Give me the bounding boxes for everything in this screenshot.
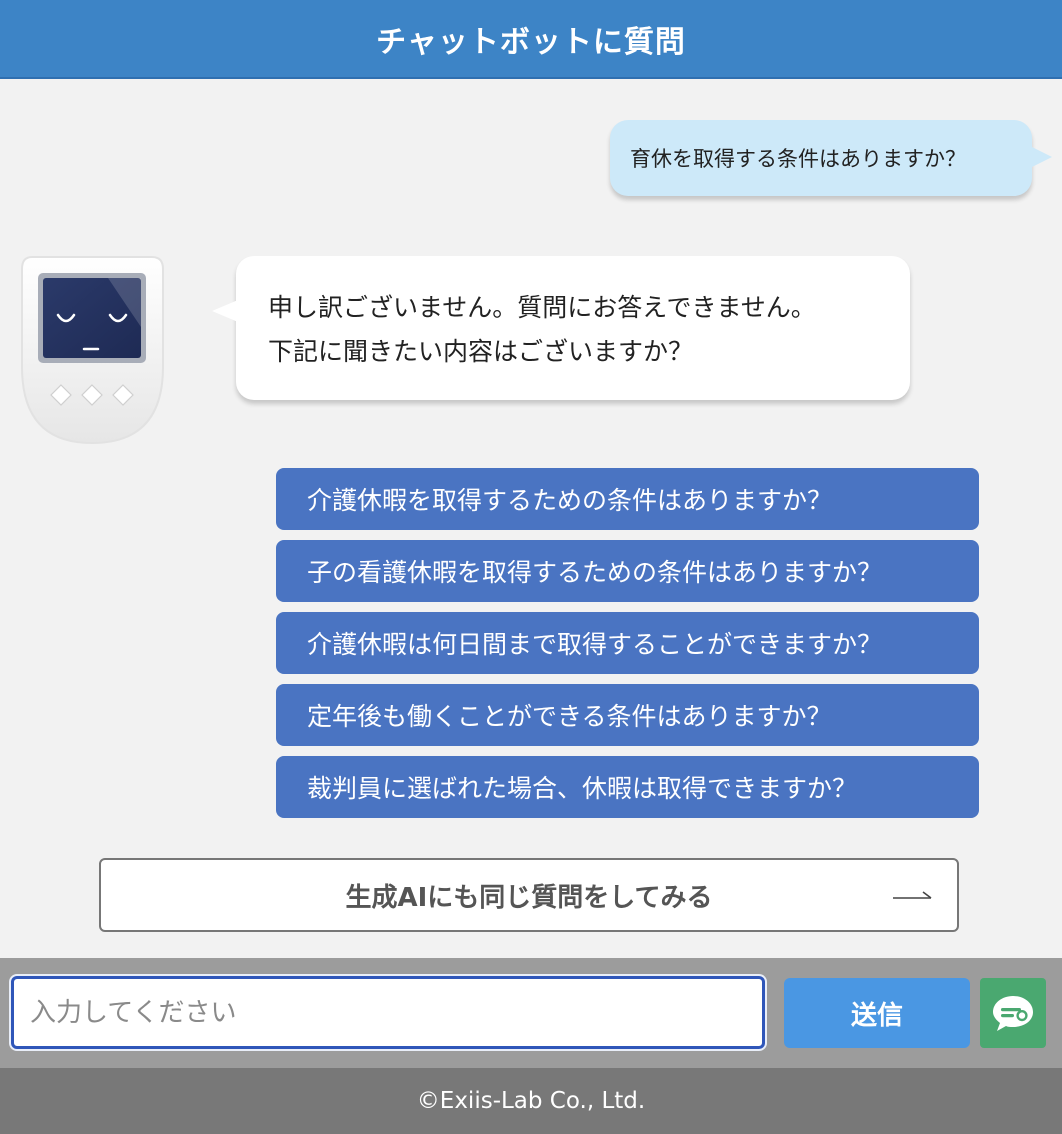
- bot-message-line: 申し訳ございません。質問にお答えできません。: [268, 293, 816, 322]
- send-button[interactable]: 送信: [784, 978, 970, 1048]
- bot-message-line: 下記に聞きたい内容はございますか？: [268, 337, 694, 366]
- chat-toggle-button[interactable]: [980, 978, 1046, 1048]
- suggestion-button[interactable]: 子の看護休暇を取得するための条件はありますか？: [276, 540, 979, 602]
- copyright-text: ©Exiis-Lab Co., Ltd.: [416, 1088, 646, 1114]
- user-message-bubble: 育休を取得する条件はありますか？: [610, 120, 1052, 196]
- page-title: チャットボットに質問: [376, 24, 686, 60]
- suggestion-button[interactable]: 定年後も働くことができる条件はありますか？: [276, 684, 979, 746]
- suggestion-button[interactable]: 裁判員に選ばれた場合、休暇は取得できますか？: [276, 756, 979, 818]
- ask-generative-ai-button[interactable]: 生成AIにも同じ質問をしてみる: [99, 858, 959, 932]
- message-input[interactable]: [11, 976, 765, 1049]
- bot-message-bubble: 申し訳ございません。質問にお答えできません。 下記に聞きたい内容はございますか？: [212, 256, 910, 400]
- bot-avatar-icon: [21, 256, 164, 445]
- suggestion-button[interactable]: 介護休暇を取得するための条件はありますか？: [276, 468, 979, 530]
- chat-bubble-icon: [993, 996, 1033, 1031]
- chatbot-page: チャットボットに質問 育休を取得する条件はありますか？ 申し訳ございません。質問…: [0, 0, 1062, 1134]
- arrow-right-icon: [893, 891, 932, 899]
- footer: ©Exiis-Lab Co., Ltd.: [0, 1068, 1062, 1134]
- user-message-text: 育休を取得する条件はありますか？: [630, 147, 966, 171]
- header-bar: チャットボットに質問: [0, 0, 1062, 79]
- ask-generative-ai-label: 生成AIにも同じ質問をしてみる: [345, 882, 713, 913]
- suggestion-list: 介護休暇を取得するための条件はありますか？ 子の看護休暇を取得するための条件はあ…: [276, 468, 979, 828]
- suggestion-button[interactable]: 介護休暇は何日間まで取得することができますか？: [276, 612, 979, 674]
